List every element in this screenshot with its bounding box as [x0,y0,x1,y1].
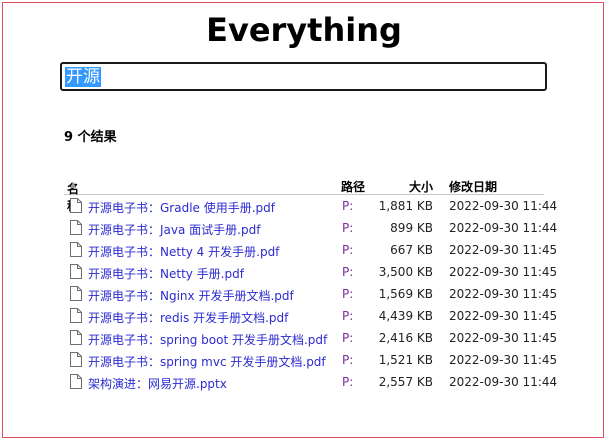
column-header-size[interactable]: 大小 [378,178,433,195]
file-icon [70,330,82,345]
file-icon [70,198,82,213]
file-path[interactable]: P: [342,243,353,257]
file-path[interactable]: P: [342,309,353,323]
result-count: 9 个结果 [64,130,117,145]
table-row[interactable]: 架构演进：网易开源.pptx P: 2,557 KB 2022-09-30 11:44 [64,371,557,393]
table-row[interactable]: 开源电子书：spring boot 开发手册文档.pdf P: 2,416 KB 20… [64,327,557,349]
table-row[interactable]: 开源电子书：Netty 手册.pdf P: 3,500 KB 2022-09-30 1… [64,261,557,283]
sort-ascending-icon: ▲ [70,180,77,189]
file-name[interactable]: 开源电子书：Gradle 使用手册.pdf [88,199,275,216]
file-date: 2022-09-30 11:44 [449,221,558,235]
file-date: 2022-09-30 11:45 [449,243,558,257]
file-name[interactable]: 开源电子书：Netty 手册.pdf [88,265,244,282]
file-path[interactable]: P: [342,265,353,279]
file-size: 899 KB [390,221,433,235]
file-size: 4,439 KB [378,309,433,323]
search-input[interactable]: 开源 [60,62,547,91]
file-size: 2,557 KB [378,375,433,389]
file-path[interactable]: P: [342,353,353,367]
file-icon [70,220,82,235]
column-header-date[interactable]: 修改日期 [449,178,497,195]
file-icon [70,264,82,279]
table-row[interactable]: 开源电子书：Java 面试手册.pdf P: 899 KB 2022-09-30 11… [64,217,557,239]
file-date: 2022-09-30 11:45 [449,331,558,345]
table-row[interactable]: 开源电子书：redis 开发手册文档.pdf P: 4,439 KB 2022-09-… [64,305,557,327]
file-icon [70,352,82,367]
results-table-header: 名称▲ 路径 大小 修改日期 [64,176,544,213]
file-icon [70,242,82,257]
file-name[interactable]: 开源电子书：Nginx 开发手册文档.pdf [88,287,294,304]
file-path[interactable]: P: [342,199,353,213]
file-date: 2022-09-30 11:45 [449,287,558,301]
table-row[interactable]: 开源电子书：Nginx 开发手册文档.pdf P: 1,569 KB 2022-09-… [64,283,557,305]
file-date: 2022-09-30 11:45 [449,309,558,323]
file-name[interactable]: 架构演进：网易开源.pptx [88,375,227,392]
file-size: 1,569 KB [378,287,433,301]
column-header-path[interactable]: 路径 [341,178,365,195]
file-path[interactable]: P: [342,287,353,301]
file-path[interactable]: P: [342,375,353,389]
app-window: Everything 开源 9 个结果 名称▲ 路径 大小 修改日期 开源电子书… [2,2,604,438]
table-row[interactable]: 开源电子书：Netty 4 开发手册.pdf P: 667 KB 2022-09-30… [64,239,557,261]
file-size: 1,881 KB [378,199,433,213]
file-size: 2,416 KB [378,331,433,345]
file-icon [70,308,82,323]
results-list: 开源电子书：Gradle 使用手册.pdf P: 1,881 KB 2022-09-3… [64,195,557,393]
file-path[interactable]: P: [342,221,353,235]
file-icon [70,374,82,389]
file-size: 3,500 KB [378,265,433,279]
table-row[interactable]: 开源电子书：spring mvc 开发手册文档.pdf P: 1,521 KB 202… [64,349,557,371]
app-title: Everything [206,11,402,49]
file-name[interactable]: 开源电子书：Netty 4 开发手册.pdf [88,243,279,260]
search-input-value[interactable]: 开源 [65,67,101,87]
file-path[interactable]: P: [342,331,353,345]
file-name[interactable]: 开源电子书：spring boot 开发手册文档.pdf [88,331,327,348]
file-name[interactable]: 开源电子书：redis 开发手册文档.pdf [88,309,288,326]
table-row[interactable]: 开源电子书：Gradle 使用手册.pdf P: 1,881 KB 2022-09-3… [64,195,557,217]
file-date: 2022-09-30 11:44 [449,199,558,213]
file-date: 2022-09-30 11:45 [449,353,558,367]
file-name[interactable]: 开源电子书：Java 面试手册.pdf [88,221,260,238]
file-name[interactable]: 开源电子书：spring mvc 开发手册文档.pdf [88,353,326,370]
file-size: 667 KB [390,243,433,257]
file-size: 1,521 KB [378,353,433,367]
file-date: 2022-09-30 11:44 [449,375,558,389]
file-icon [70,286,82,301]
file-date: 2022-09-30 11:45 [449,265,558,279]
